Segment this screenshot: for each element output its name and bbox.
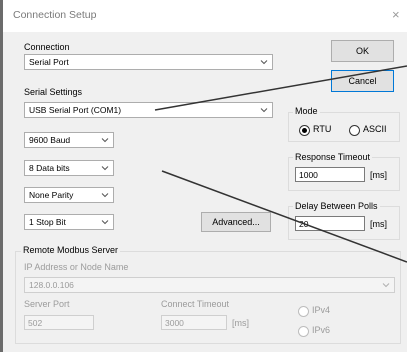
- mode-rtu-radio[interactable]: [299, 125, 310, 136]
- connection-type-select[interactable]: Serial Port: [24, 54, 273, 70]
- response-timeout-unit: [ms]: [370, 170, 387, 180]
- ip-address-label: IP Address or Node Name: [24, 262, 129, 272]
- chevron-down-icon: [260, 108, 268, 113]
- delay-between-polls-label: Delay Between Polls: [293, 201, 380, 211]
- window-title: Connection Setup: [13, 9, 97, 21]
- mode-ascii-label: ASCII: [363, 124, 387, 134]
- mode-label: Mode: [293, 106, 320, 116]
- mode-rtu-label: RTU: [313, 124, 332, 134]
- chevron-down-icon: [382, 283, 390, 288]
- connect-timeout-value: 3000: [165, 318, 184, 328]
- chevron-down-icon: [101, 138, 109, 143]
- ip-address-select[interactable]: 128.0.0.106: [24, 277, 395, 293]
- delay-between-polls-input[interactable]: 20: [295, 216, 365, 231]
- chevron-down-icon: [260, 60, 268, 65]
- cancel-button[interactable]: Cancel: [331, 70, 394, 92]
- baud-rate-value: 9600 Baud: [29, 135, 71, 145]
- delay-between-polls-unit: [ms]: [370, 219, 387, 229]
- chevron-down-icon: [101, 166, 109, 171]
- chevron-down-icon: [101, 220, 109, 225]
- ipv4-radio[interactable]: [298, 306, 309, 317]
- stop-bits-value: 1 Stop Bit: [29, 217, 66, 227]
- data-bits-value: 8 Data bits: [29, 163, 70, 173]
- parity-value: None Parity: [29, 190, 74, 200]
- connection-type-value: Serial Port: [29, 57, 69, 67]
- advanced-button[interactable]: Advanced...: [201, 212, 271, 232]
- mode-ascii-radio[interactable]: [349, 125, 360, 136]
- ipv4-label: IPv4: [312, 305, 331, 315]
- serial-settings-label: Serial Settings: [24, 87, 83, 97]
- response-timeout-label: Response Timeout: [293, 152, 373, 162]
- ok-button[interactable]: OK: [331, 40, 394, 62]
- serial-port-value: USB Serial Port (COM1): [29, 105, 122, 115]
- baud-rate-select[interactable]: 9600 Baud: [24, 132, 114, 148]
- connect-timeout-unit: [ms]: [232, 318, 249, 328]
- chevron-down-icon: [101, 193, 109, 198]
- serial-port-select[interactable]: USB Serial Port (COM1): [24, 102, 273, 118]
- data-bits-select[interactable]: 8 Data bits: [24, 160, 114, 176]
- server-port-value: 502: [28, 318, 43, 328]
- remote-server-label: Remote Modbus Server: [21, 245, 121, 255]
- server-port-label: Server Port: [24, 299, 70, 309]
- parity-select[interactable]: None Parity: [24, 187, 114, 203]
- response-timeout-input[interactable]: 1000: [295, 167, 365, 182]
- connection-label: Connection: [24, 42, 70, 52]
- connect-timeout-label: Connect Timeout: [161, 299, 230, 309]
- ip-address-value: 128.0.0.106: [29, 280, 74, 290]
- dialog-body: Connection Serial Port OK Cancel Serial …: [3, 32, 407, 352]
- ipv6-radio[interactable]: [298, 326, 309, 337]
- close-icon[interactable]: ×: [392, 7, 400, 22]
- connect-timeout-input[interactable]: 3000: [161, 315, 227, 330]
- stop-bits-select[interactable]: 1 Stop Bit: [24, 214, 114, 230]
- ipv6-label: IPv6: [312, 325, 331, 335]
- response-timeout-value: 1000: [299, 170, 318, 180]
- delay-between-polls-value: 20: [299, 219, 309, 229]
- server-port-input[interactable]: 502: [24, 315, 94, 330]
- title-bar: Connection Setup ×: [3, 0, 407, 32]
